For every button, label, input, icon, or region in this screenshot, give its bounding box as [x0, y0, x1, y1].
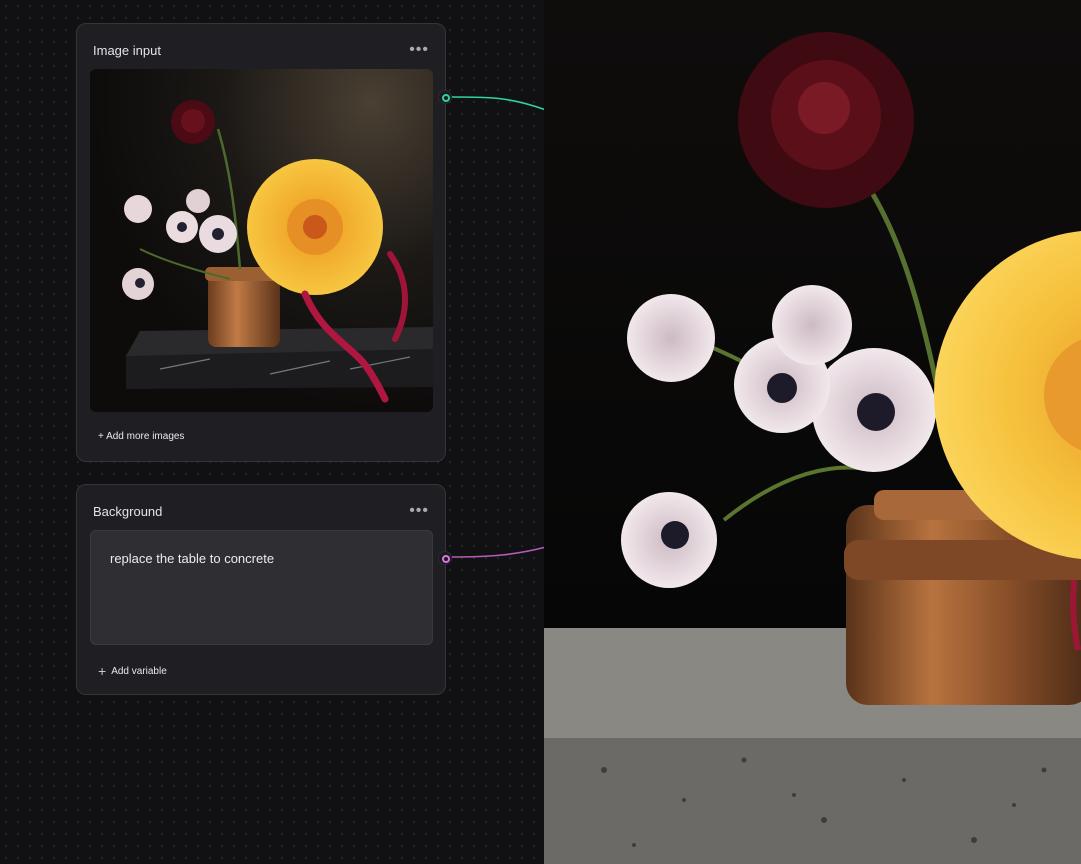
image-input-header: Image input ••• [93, 40, 429, 60]
add-more-images-button[interactable]: + Add more images [98, 431, 184, 442]
node-title: Background [93, 503, 163, 519]
image-connection-wire [451, 96, 547, 111]
output-image [544, 0, 1081, 864]
text-connection-wire [451, 546, 547, 558]
add-variable-button[interactable]: + Add variable [98, 663, 167, 679]
add-variable-label: Add variable [111, 665, 167, 677]
text-output-port[interactable] [438, 551, 452, 565]
input-image-illustration [122, 100, 433, 403]
image-input-node[interactable]: Image input ••• + Add more images [76, 23, 452, 462]
background-prompt-node[interactable]: Background ••• replace the table to conc… [76, 484, 452, 695]
more-options-icon[interactable]: ••• [409, 503, 429, 519]
image-output-port[interactable] [438, 90, 452, 104]
background-node-header: Background ••• [93, 501, 429, 521]
input-image-preview [90, 69, 433, 412]
more-options-icon[interactable]: ••• [409, 42, 429, 58]
add-more-images-label: + Add more images [98, 431, 185, 442]
plus-icon: + [98, 663, 107, 679]
node-title: Image input [93, 42, 161, 58]
prompt-text: replace the table to concrete [110, 551, 275, 566]
prompt-textarea[interactable]: replace the table to concrete [90, 530, 433, 645]
output-image-illustration [544, 0, 1081, 864]
